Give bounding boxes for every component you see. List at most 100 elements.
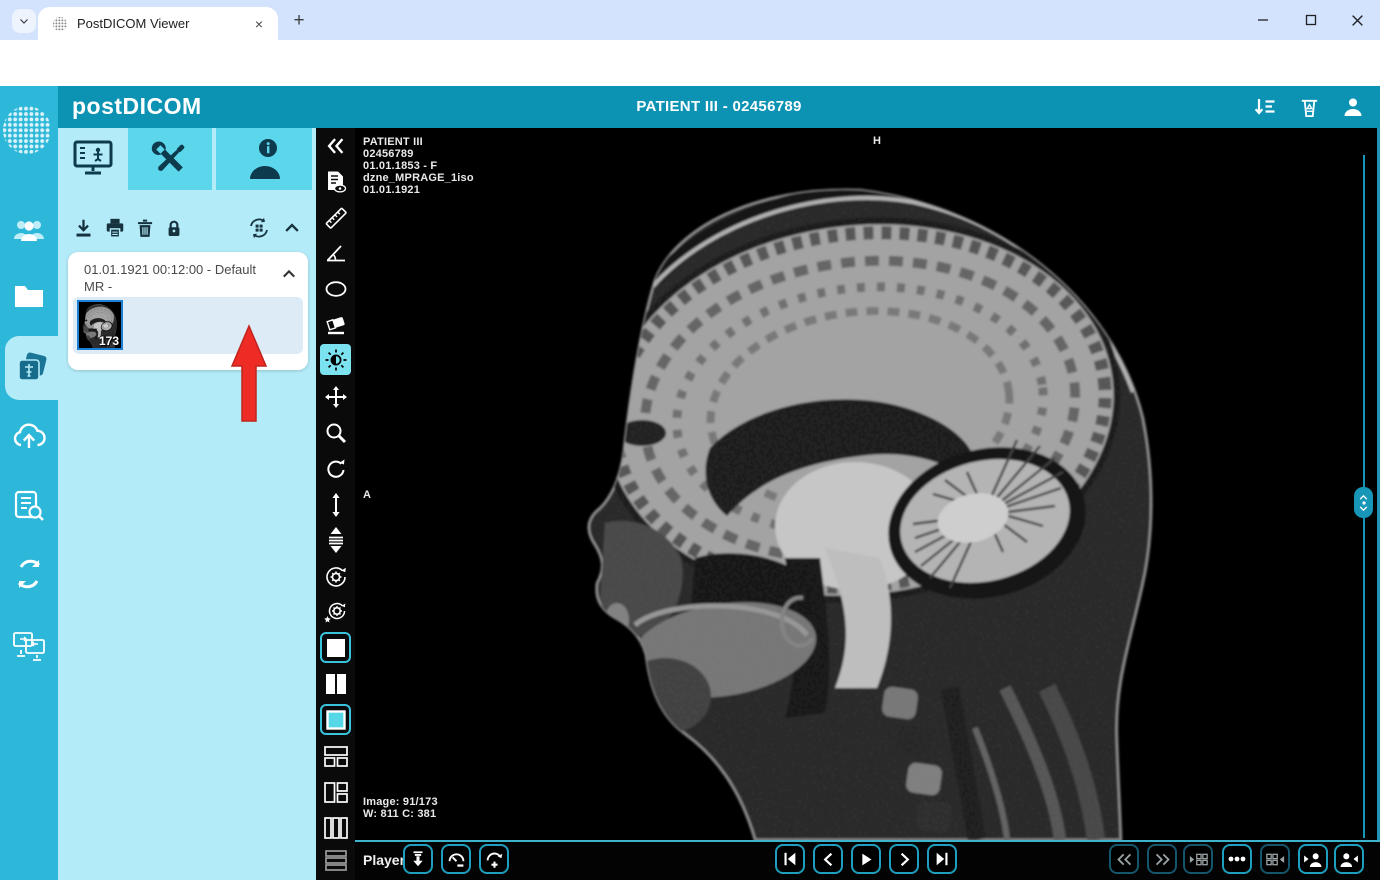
dot-icon [1361,500,1366,505]
speed-down-button[interactable] [441,844,471,874]
browser-toolbar: germany.postdicom.com/Viewer/Main Guest … [0,40,1380,118]
sidebar-item-patients[interactable] [0,202,58,258]
overlay-study-date: 01.01.1921 [363,184,421,196]
orientation-marker-top: H [873,135,882,147]
collapse-panel-button[interactable] [279,215,305,241]
fast-forward-button[interactable] [1147,844,1177,874]
image-scroll-thumb[interactable] [1354,487,1373,518]
chevron-left-icon [823,852,832,866]
tool-scroll[interactable] [320,489,351,520]
browser-tab-strip: PostDICOM Viewer × + [0,0,1380,40]
tool-report[interactable] [320,166,351,197]
window-minimize-button[interactable] [1240,0,1286,40]
player-bar: Player [355,842,1380,880]
sidebar-item-screen-share[interactable] [0,618,58,674]
last-frame-icon [936,852,948,866]
list-search-icon [14,490,44,521]
series-collapse-button[interactable] [280,265,298,283]
tool-pan[interactable] [320,381,351,412]
previous-patient-button[interactable] [1298,844,1328,874]
tab-close-button[interactable]: × [250,15,268,33]
layout-3-rows-button[interactable] [320,844,351,875]
first-image-button[interactable] [775,844,805,874]
window-close-button[interactable] [1334,0,1380,40]
cine-stack-icon [328,526,343,553]
more-options-button[interactable] [1222,844,1252,874]
window-maximize-button[interactable] [1288,0,1334,40]
tool-cine-stack[interactable] [320,524,351,555]
layout-1x1-button[interactable] [320,632,351,663]
last-image-button[interactable] [927,844,957,874]
recycle-bin-button[interactable] [1296,94,1322,120]
series-panel: 01.01.1921 00:12:00 - Default MR - 173 [58,128,316,880]
refresh-layout-button[interactable] [246,215,272,241]
sidebar-item-order-search[interactable] [0,478,58,534]
overlay-image-counter: Image: 91/173 [363,796,438,808]
browser-tab[interactable]: PostDICOM Viewer × [38,7,278,40]
red-arrow-annotation [230,324,268,422]
tab-patient-info[interactable] [216,128,312,190]
next-layout-button[interactable] [1260,844,1290,874]
speed-up-button[interactable] [479,844,509,874]
download-button[interactable] [70,215,96,241]
chevron-up-icon [285,223,299,232]
tool-collapse[interactable] [320,130,351,161]
lock-button[interactable] [161,215,187,241]
active-viewport-button[interactable] [320,704,351,735]
layout-3-cols-button[interactable] [320,812,351,843]
thumbnail-strip: 173 [73,297,303,354]
player-label: Player [363,852,406,868]
series-thumbnail[interactable]: 173 [77,300,123,350]
tool-eraser[interactable] [320,309,351,340]
cine-direction-icon [413,851,423,867]
tool-window-level[interactable] [320,344,351,375]
layout-top-wide-button[interactable] [320,741,351,772]
tool-ellipse[interactable] [320,273,351,304]
print-icon [106,218,124,238]
tab-search-button[interactable] [12,9,36,33]
tool-auto-gear[interactable] [320,561,351,592]
delete-button[interactable] [132,215,158,241]
chevron-right-icon [900,852,909,866]
fast-backward-button[interactable] [1109,844,1139,874]
tab-tools[interactable] [128,128,212,190]
tool-auto-gear-flash[interactable] [320,596,351,627]
recycle-bin-icon [1301,99,1317,117]
sort-button[interactable] [1252,94,1278,120]
sidebar-item-upload[interactable] [0,408,58,464]
tool-zoom[interactable] [320,417,351,448]
download-icon [76,219,90,237]
app-logo: postDICOM [72,93,202,119]
rotate-icon [326,459,344,478]
sidebar-item-sync[interactable] [0,546,58,602]
chevron-up-icon [283,269,295,278]
print-button[interactable] [102,215,128,241]
magnifier-icon [326,423,346,443]
account-button[interactable] [1340,94,1366,120]
chevron-down-icon [20,19,28,24]
previous-layout-button[interactable] [1183,844,1213,874]
layout-1x2-button[interactable] [320,668,351,699]
layout-top-wide-icon [323,745,348,767]
tool-ruler[interactable] [320,202,351,233]
next-patient-button[interactable] [1334,844,1364,874]
layout-left-tall-button[interactable] [320,777,351,808]
next-image-button[interactable] [889,844,919,874]
image-viewport[interactable]: PATIENT III 02456789 01.01.1853 - F dzne… [355,128,1377,840]
cine-direction-button[interactable] [403,844,433,874]
gear-rotate-icon [325,566,346,587]
tool-rotate[interactable] [320,453,351,484]
monitor-xray-icon [73,140,113,175]
new-tab-button[interactable]: + [286,8,312,34]
ellipsis-icon [1228,856,1246,862]
tool-angle[interactable] [320,237,351,268]
play-button[interactable] [851,844,881,874]
previous-image-button[interactable] [813,844,843,874]
ellipse-icon [325,280,346,297]
patient-info-icon [250,139,280,179]
series-card[interactable]: 01.01.1921 00:12:00 - Default MR - 173 [68,252,308,370]
tab-viewer-layout[interactable] [62,128,124,190]
sidebar-item-folders[interactable] [0,268,58,324]
overlay-series-description: dzne_MPRAGE_1iso [363,172,474,184]
sidebar-item-image-viewer[interactable] [5,336,58,400]
